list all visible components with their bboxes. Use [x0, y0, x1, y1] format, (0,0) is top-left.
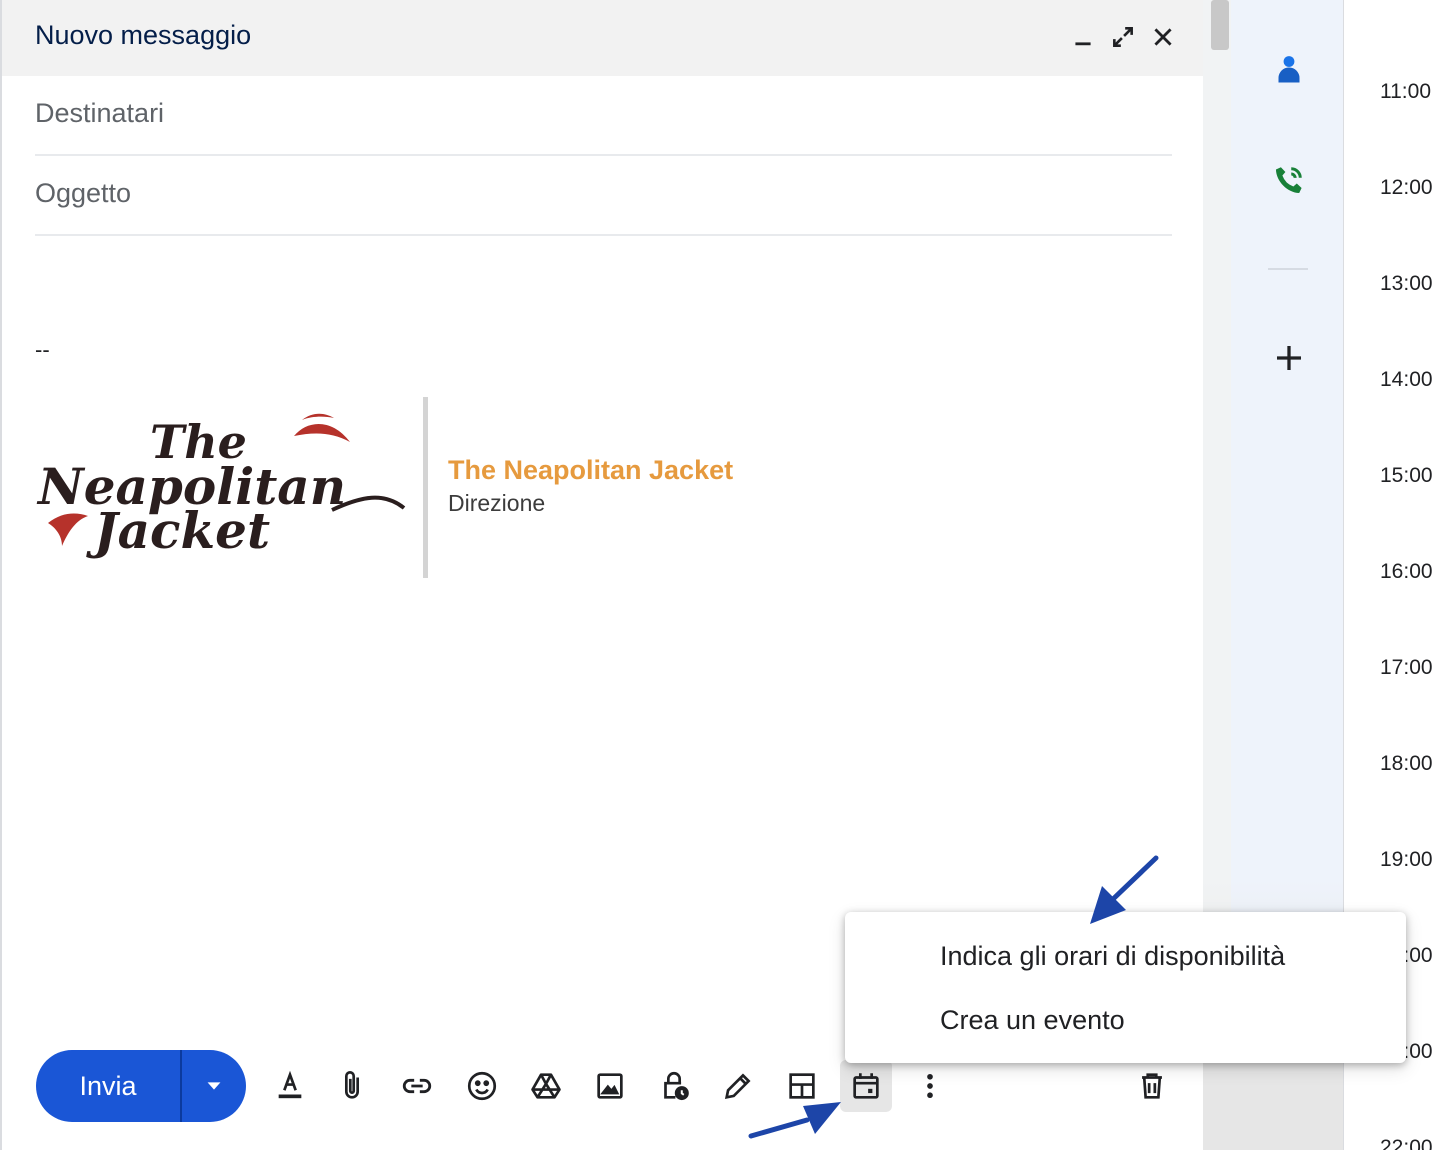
chevron-down-icon: [207, 1082, 221, 1090]
compose-title: Nuovo messaggio: [35, 20, 252, 50]
more-options-icon[interactable]: [904, 1060, 956, 1112]
calendar-hour: 12:00: [1380, 176, 1433, 199]
signature-icon[interactable]: [712, 1060, 764, 1112]
calendar-hour: 17:00: [1380, 656, 1433, 679]
calendar-event-icon[interactable]: [840, 1060, 892, 1112]
expand-icon[interactable]: [1106, 20, 1140, 54]
add-icon[interactable]: [1263, 332, 1315, 384]
signature-logo: The Neapolitan Jacket: [36, 413, 406, 560]
scrollbar-thumb[interactable]: [1211, 0, 1229, 50]
menu-item-availability[interactable]: Indica gli orari di disponibilità: [845, 925, 1406, 987]
emoji-icon[interactable]: [456, 1060, 508, 1112]
drive-icon[interactable]: [520, 1060, 572, 1112]
signature-role: Direzione: [448, 490, 546, 516]
minimize-icon[interactable]: [1066, 20, 1100, 54]
signature-company: The Neapolitan Jacket: [448, 455, 734, 485]
photo-icon[interactable]: [584, 1060, 636, 1112]
call-icon[interactable]: [1263, 154, 1315, 206]
menu-item-create-event[interactable]: Crea un evento: [845, 989, 1406, 1051]
trash-icon[interactable]: [1126, 1060, 1178, 1112]
text-format-icon[interactable]: [264, 1060, 316, 1112]
send-button[interactable]: Invia: [36, 1050, 180, 1122]
link-icon[interactable]: [391, 1060, 443, 1112]
side-panel-divider: [1268, 268, 1308, 270]
compose-header: Nuovo messaggio: [2, 0, 1203, 76]
calendar-options-menu: Indica gli orari di disponibilità Crea u…: [845, 912, 1406, 1063]
close-icon[interactable]: [1146, 20, 1180, 54]
attach-icon[interactable]: [326, 1060, 378, 1112]
calendar-hour: 16:00: [1380, 560, 1433, 583]
subject-input[interactable]: [35, 178, 1172, 209]
subject-field: [35, 156, 1172, 236]
calendar-hour: 14:00: [1380, 368, 1433, 391]
confidential-icon[interactable]: [648, 1060, 700, 1112]
recipients-input[interactable]: [35, 98, 1172, 129]
calendar-hour: 19:00: [1380, 848, 1433, 871]
calendar-hour: 11:00: [1380, 80, 1431, 103]
contacts-icon[interactable]: [1263, 43, 1315, 95]
calendar-hour: 18:00: [1380, 752, 1433, 775]
send-button-group: Invia: [36, 1050, 246, 1122]
svg-text:Jacket: Jacket: [86, 501, 270, 560]
calendar-hour: 13:00: [1380, 272, 1433, 295]
calendar-hour: 15:00: [1380, 464, 1433, 487]
recipients-field: [35, 76, 1172, 156]
send-options-button[interactable]: [182, 1050, 246, 1122]
signature-divider: [423, 397, 428, 578]
calendar-hour: 22:00: [1380, 1136, 1433, 1150]
layout-icon[interactable]: [776, 1060, 828, 1112]
signature-separator: --: [35, 337, 50, 362]
